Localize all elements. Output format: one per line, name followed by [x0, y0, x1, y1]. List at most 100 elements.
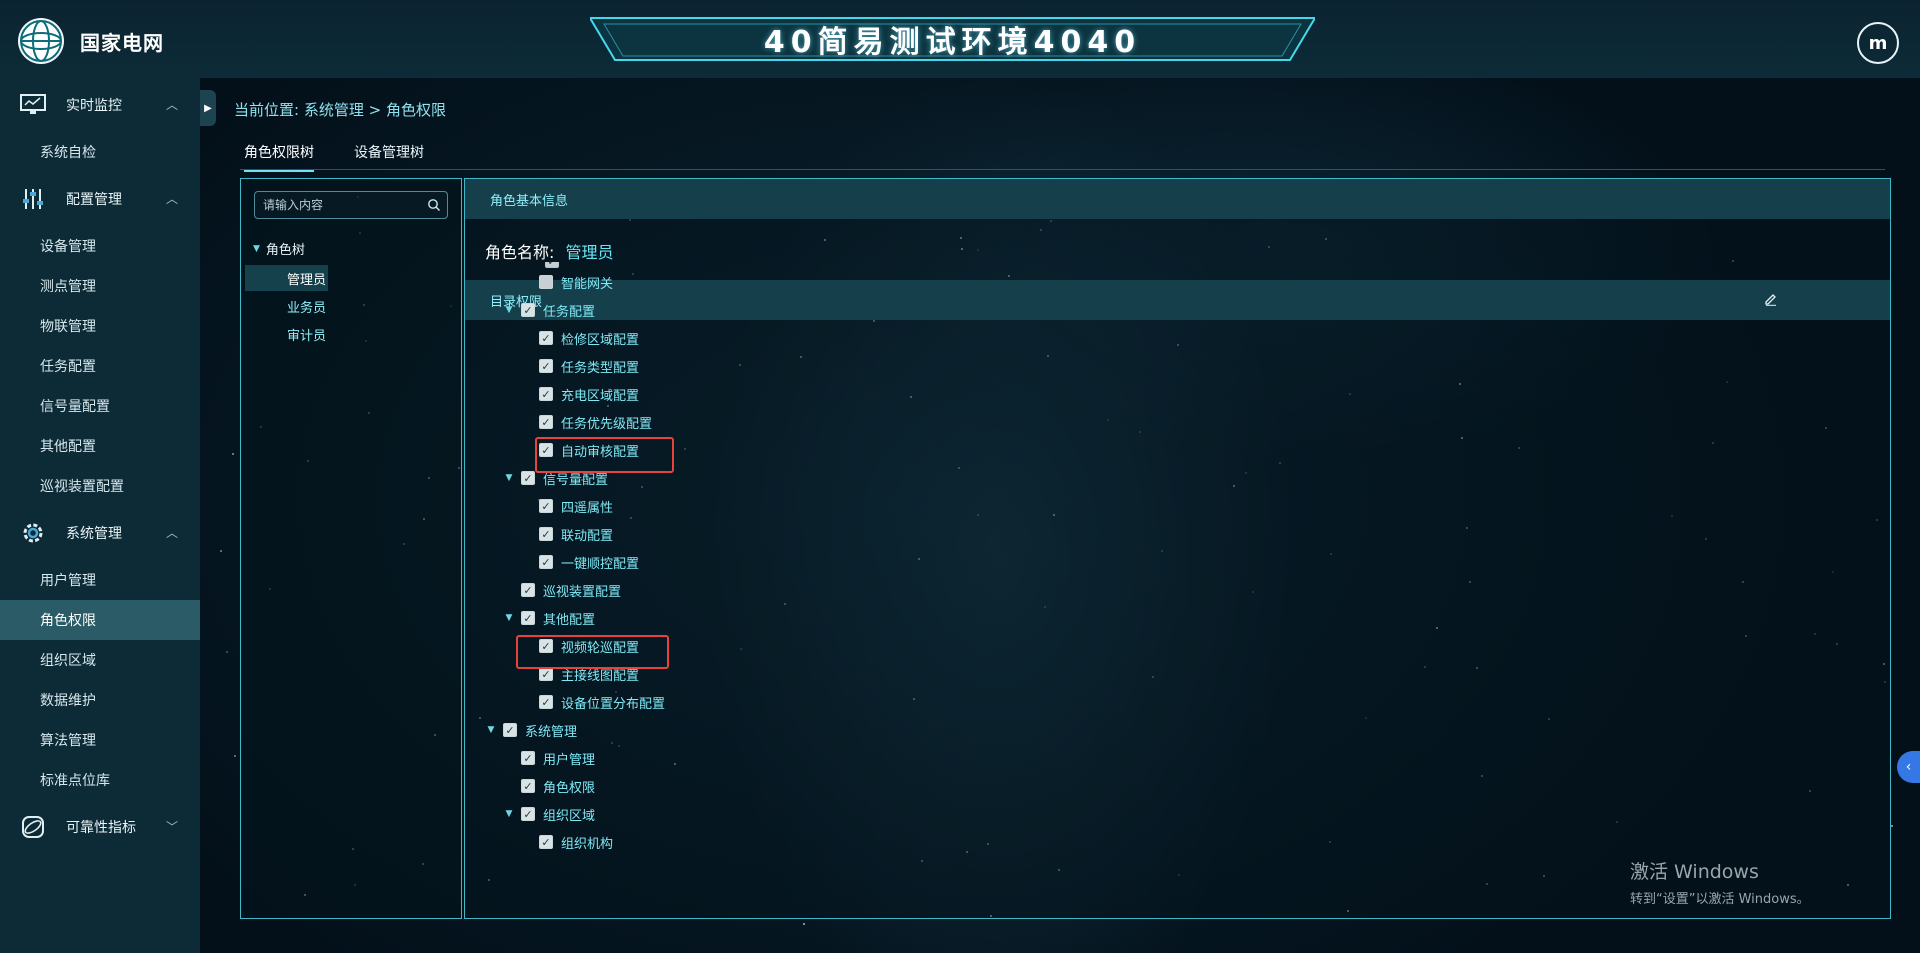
permission-checkbox[interactable] — [539, 499, 553, 513]
sidebar-group-reliability[interactable]: 可靠性指标 ﹀ — [0, 800, 200, 854]
sidebar-item-data-maintenance[interactable]: 数据维护 — [0, 680, 200, 720]
caret-down-icon[interactable]: ▼ — [503, 613, 515, 623]
user-avatar[interactable]: m — [1857, 22, 1899, 64]
permission-label: 用户管理 — [543, 752, 596, 768]
permission-checkbox[interactable] — [539, 695, 553, 709]
permission-row: 任务类型配置 — [539, 355, 639, 377]
permission-checkbox[interactable] — [521, 471, 535, 485]
caret-down-icon[interactable]: ▼ — [503, 305, 515, 315]
sidebar-item-self-check[interactable]: 系统自检 — [0, 132, 200, 172]
permission-checkbox[interactable] — [521, 807, 535, 821]
sidebar-item-signal-config[interactable]: 信号量配置 — [0, 386, 200, 426]
sidebar-item-user-management[interactable]: 用户管理 — [0, 560, 200, 600]
sidebar-group-realtime-monitor[interactable]: 实时监控 ︿ — [0, 78, 200, 132]
permission-checkbox[interactable] — [521, 779, 535, 793]
permission-checkbox[interactable] — [539, 667, 553, 681]
permission-label: 组织机构 — [561, 836, 614, 852]
sidebar-group-label: 可靠性指标 — [66, 820, 136, 836]
watermark-line2: 转到“设置”以激活 Windows。 — [1630, 892, 1810, 907]
breadcrumb-path-system[interactable]: 系统管理 — [304, 101, 364, 119]
permission-checkbox[interactable] — [539, 443, 553, 457]
permission-label: 联动配置 — [561, 528, 614, 544]
permission-checkbox[interactable] — [521, 611, 535, 625]
permission-row: 视频轮巡配置 — [539, 635, 639, 657]
permission-checkbox[interactable] — [521, 583, 535, 597]
permission-label: 自动审核配置 — [561, 444, 640, 460]
sidebar-item-patrol-device-config[interactable]: 巡视装置配置 — [0, 466, 200, 506]
breadcrumb: 当前位置: 系统管理 > 角色权限 — [234, 99, 446, 120]
permission-checkbox[interactable] — [539, 527, 553, 541]
sidebar-item-role-permission[interactable]: 角色权限 — [0, 600, 200, 640]
gear-icon — [18, 518, 48, 548]
sidebar-item-algorithm-management[interactable]: 算法管理 — [0, 720, 200, 760]
chevron-up-icon: ︿ — [165, 526, 178, 540]
permission-row: ▼ 任务配置 — [503, 299, 595, 321]
permission-checkbox[interactable] — [539, 555, 553, 569]
caret-down-icon[interactable]: ▼ — [503, 473, 515, 483]
role-name-value: 管理员 — [565, 243, 614, 262]
permission-checkbox[interactable] — [539, 415, 553, 429]
permission-checkbox[interactable] — [539, 359, 553, 373]
permission-row: 用户管理 — [521, 747, 595, 769]
caret-down-icon[interactable]: ▼ — [485, 725, 497, 735]
sidebar-group-label: 实时监控 — [66, 98, 122, 114]
permission-label: 巡视装置配置 — [543, 584, 622, 600]
permission-checkbox[interactable] — [503, 723, 517, 737]
sidebar-item-task-config[interactable]: 任务配置 — [0, 346, 200, 386]
breadcrumb-prefix: 当前位置: — [234, 101, 300, 119]
permission-label: 系统管理 — [525, 724, 578, 740]
sidebar-item-device-management[interactable]: 设备管理 — [0, 226, 200, 266]
permission-checkbox[interactable] — [539, 275, 553, 289]
permission-checkbox[interactable] — [521, 751, 535, 765]
sidebar-item-standard-point-library[interactable]: 标准点位库 — [0, 760, 200, 800]
permission-label: 角色权限 — [543, 780, 596, 796]
sidebar-item-iot-management[interactable]: 物联管理 — [0, 306, 200, 346]
windows-activation-watermark: 激活 Windows 转到“设置”以激活 Windows。 — [1630, 857, 1810, 907]
tree-root-node[interactable]: ▼ 角色树 — [253, 239, 305, 258]
monitor-icon — [18, 90, 48, 120]
star — [802, 922, 805, 925]
permission-label: 检修区域配置 — [561, 332, 640, 348]
chevron-down-icon: ﹀ — [165, 820, 178, 834]
permission-label: 任务配置 — [543, 304, 596, 320]
sidebar-group-label: 系统管理 — [66, 526, 122, 542]
title-frame: 40简易测试环境4040 — [590, 16, 1315, 61]
brand-name: 国家电网 — [80, 30, 164, 55]
tree-root-label: 角色树 — [265, 243, 305, 258]
permission-checkbox[interactable] — [539, 387, 553, 401]
permission-row: 任务优先级配置 — [539, 411, 652, 433]
permission-checkbox[interactable] — [539, 331, 553, 345]
sidebar-group-system-management[interactable]: 系统管理 ︿ — [0, 506, 200, 560]
sidebar-group-config-management[interactable]: 配置管理 ︿ — [0, 172, 200, 226]
permission-row: 组织机构 — [539, 831, 613, 853]
caret-down-icon[interactable]: ▼ — [503, 809, 515, 819]
sgcc-logo-icon — [18, 18, 64, 64]
tree-search-input[interactable] — [255, 192, 425, 218]
sidebar-item-other-config[interactable]: 其他配置 — [0, 426, 200, 466]
chevron-up-icon: ︿ — [165, 98, 178, 112]
permission-label: 任务优先级配置 — [561, 416, 653, 432]
sidebar-item-org-area[interactable]: 组织区域 — [0, 640, 200, 680]
breadcrumb-path-role: 角色权限 — [386, 101, 447, 119]
caret-down-icon: ▼ — [253, 243, 260, 254]
tree-node-admin[interactable]: 管理员 — [245, 265, 328, 291]
tab-role-permission-tree[interactable]: 角色权限树 — [244, 142, 314, 172]
breadcrumb-separator: > — [368, 101, 382, 119]
orbit-icon — [18, 812, 48, 842]
sidebar-item-point-management[interactable]: 测点管理 — [0, 266, 200, 306]
permission-tree: 智能网关 ▼ 任务配置检修区域配置任务类型配置充电区域配置任务优先级配置自动审核配置… — [465, 262, 1890, 919]
search-icon[interactable] — [427, 197, 441, 216]
checkbox[interactable] — [545, 262, 559, 268]
permission-checkbox[interactable] — [539, 835, 553, 849]
tree-node-operator[interactable]: 业务员 — [245, 293, 328, 319]
tab-device-management-tree[interactable]: 设备管理树 — [354, 142, 424, 170]
permission-label: 充电区域配置 — [561, 388, 640, 404]
role-name-row: 角色名称: 管理员 — [485, 239, 614, 263]
permission-checkbox[interactable] — [521, 303, 535, 317]
tree-node-auditor[interactable]: 审计员 — [245, 321, 328, 347]
permission-label: 智能网关 — [561, 276, 614, 292]
permission-checkbox[interactable] — [539, 639, 553, 653]
permission-row: 主接线图配置 — [539, 663, 639, 685]
sidebar-collapse-handle[interactable]: ▶ — [200, 90, 216, 126]
sidebar: 实时监控 ︿ 系统自检 配置管理 ︿ 设备管理 测点管理 物联管理 任务配置 信… — [0, 78, 200, 953]
